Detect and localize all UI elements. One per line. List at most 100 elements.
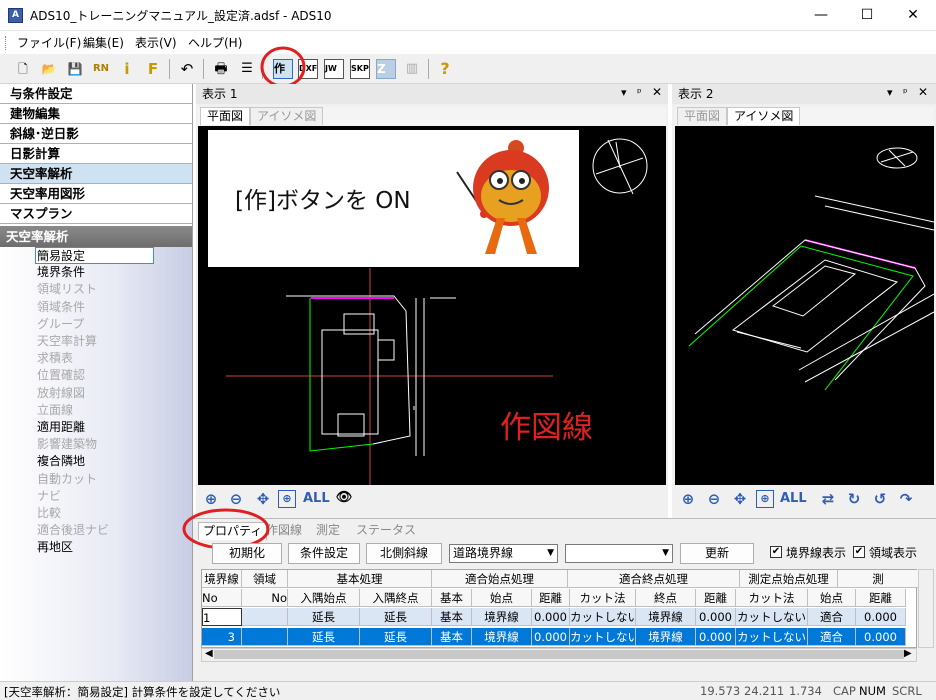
z-button[interactable]: Z [376, 59, 396, 79]
rotate-down-icon[interactable]: ↷ [895, 490, 917, 508]
grid-cell[interactable]: 基本 [432, 608, 472, 626]
save-icon[interactable]: 💾 [64, 58, 86, 80]
grid-cell[interactable]: カットしない [736, 608, 808, 626]
tab-status[interactable]: ステータス [352, 522, 420, 540]
grid-cell[interactable]: 適合 [808, 628, 856, 646]
menu-edit[interactable]: 編集(E) [83, 34, 124, 51]
nav-item[interactable]: 境界条件 [37, 264, 85, 281]
undo-icon[interactable]: ↶ [176, 58, 198, 80]
view2-pin-icon[interactable]: ᵖ [903, 86, 908, 99]
view2-tab-isometric[interactable]: アイソメ図 [727, 107, 801, 125]
grid-cell[interactable]: 延長 [360, 608, 432, 626]
scroll-thumb[interactable] [214, 650, 904, 659]
nav-header-slope[interactable]: 斜線･逆日影 [0, 124, 192, 144]
grid-cell[interactable]: 0.000 [532, 608, 570, 626]
nav-item[interactable]: 自動カット [37, 471, 97, 488]
grid-cell[interactable]: 境界線 [636, 628, 696, 646]
grid-cell[interactable]: 0.000 [856, 628, 906, 646]
grid-cell[interactable]: カットしない [570, 628, 636, 646]
nav-item[interactable]: グループ [37, 316, 84, 333]
grid-cell[interactable]: 境界線 [472, 608, 532, 626]
region-display-checkbox[interactable]: ✔ [853, 546, 865, 558]
view1-dropdown-icon[interactable]: ▾ [621, 86, 627, 99]
grid-cell[interactable]: 境界線 [472, 628, 532, 646]
grid-cell[interactable]: 0.000 [696, 628, 736, 646]
minimize-button[interactable]: — [798, 0, 844, 31]
nav-item[interactable]: 領域条件 [37, 299, 85, 316]
nav-item[interactable]: 領域リスト [37, 281, 97, 298]
maximize-button[interactable]: ☐ [844, 0, 890, 31]
scroll-right-icon[interactable]: ▶ [904, 648, 912, 659]
nav-item[interactable]: 立面線 [37, 402, 73, 419]
grid-cell[interactable]: 延長 [288, 628, 360, 646]
rotate-up-icon[interactable]: ↺ [869, 490, 891, 508]
zoom-all-button[interactable]: ALL [780, 491, 807, 506]
f-icon[interactable]: F [142, 58, 164, 80]
nav-item[interactable]: 天空率計算 [37, 333, 97, 350]
list-icon[interactable]: ☰ [236, 58, 258, 80]
grid-cell[interactable]: 0.000 [696, 608, 736, 626]
new-icon[interactable]: 🗋 [12, 58, 34, 80]
book-icon[interactable]: ▥ [401, 58, 423, 80]
view1-tab-isometric[interactable]: アイソメ図 [250, 107, 324, 125]
nav-item[interactable]: 複合隣地 [37, 453, 85, 470]
nav-header-building[interactable]: 建物編集 [0, 104, 192, 124]
view2-tab-plan[interactable]: 平面図 [677, 107, 728, 125]
nav-header-shadow[interactable]: 日影計算 [0, 144, 192, 164]
nav-header-conditions[interactable]: 与条件設定 [0, 84, 192, 104]
nav-item[interactable]: 放射線図 [37, 385, 85, 402]
help-icon[interactable]: ? [434, 58, 456, 80]
nav-item[interactable]: 再地区 [37, 539, 73, 556]
grid-cell[interactable]: 1 [202, 608, 242, 626]
zoom-window-icon[interactable]: ⊕ [278, 490, 296, 508]
grid-cell[interactable] [242, 608, 288, 626]
eye-icon[interactable]: 👁 [333, 490, 355, 505]
nav-item[interactable]: 適用距離 [37, 419, 85, 436]
grid-cell[interactable]: 0.000 [532, 628, 570, 646]
grid-cell[interactable] [242, 628, 288, 646]
update-button[interactable]: 更新 [680, 543, 754, 564]
nav-item[interactable]: 影響建築物 [37, 436, 97, 453]
grid-cell[interactable]: 0.000 [856, 608, 906, 626]
zoom-out-icon[interactable]: ⊖ [703, 490, 725, 508]
north-slope-button[interactable]: 北側斜線 [366, 543, 442, 564]
zoom-in-icon[interactable]: ⊕ [677, 490, 699, 508]
vertical-scrollbar[interactable] [918, 569, 934, 648]
grid-cell[interactable]: カットしない [736, 628, 808, 646]
menu-view[interactable]: 表示(V) [135, 34, 177, 51]
print-icon[interactable]: 🖶 [210, 58, 232, 80]
view1-canvas[interactable] [198, 126, 666, 485]
grid-cell[interactable]: カットしない [570, 608, 636, 626]
nav-header-sky-factor[interactable]: 天空率解析 [0, 164, 192, 184]
zoom-window-icon[interactable]: ⊕ [756, 490, 774, 508]
grid-cell[interactable]: 3 [202, 628, 242, 646]
scroll-left-icon[interactable]: ◀ [205, 648, 213, 659]
app-icon[interactable]: A [8, 8, 23, 23]
view1-pin-icon[interactable]: ᵖ [637, 86, 642, 99]
jw-button[interactable]: JW [324, 59, 344, 79]
second-combo[interactable]: ▼ [565, 544, 673, 563]
skp-button[interactable]: SKP [350, 59, 370, 79]
grid-cell[interactable]: 延長 [288, 608, 360, 626]
close-button[interactable]: ✕ [890, 0, 936, 31]
boundary-display-checkbox[interactable]: ✔ [770, 546, 782, 558]
nav-item[interactable]: 比較 [37, 505, 61, 522]
menu-file[interactable]: ファイル(F) [17, 34, 81, 51]
view1-close-icon[interactable]: ✕ [652, 85, 662, 99]
nav-item[interactable]: 適合後退ナビ [37, 522, 109, 539]
zoom-all-button[interactable]: ALL [303, 491, 330, 506]
nav-header-sky-shapes[interactable]: 天空率用図形 [0, 184, 192, 204]
nav-item[interactable]: 位置確認 [37, 367, 85, 384]
nav-header-massplan[interactable]: マスプラン [0, 204, 192, 224]
view2-close-icon[interactable]: ✕ [918, 85, 928, 99]
tab-measure[interactable]: 測定 [312, 522, 344, 540]
grid-cell[interactable]: 延長 [360, 628, 432, 646]
grid-cell[interactable]: 適合 [808, 608, 856, 626]
pan-icon[interactable]: ✥ [729, 490, 751, 508]
open-icon[interactable]: 📂 [38, 58, 60, 80]
conditions-button[interactable]: 条件設定 [288, 543, 360, 564]
menu-help[interactable]: ヘルプ(H) [188, 34, 242, 51]
boundary-type-combo[interactable]: 道路境界線 ▼ [449, 544, 558, 563]
grid-cell[interactable]: 境界線 [636, 608, 696, 626]
rotate-right-icon[interactable]: ↻ [843, 490, 865, 508]
